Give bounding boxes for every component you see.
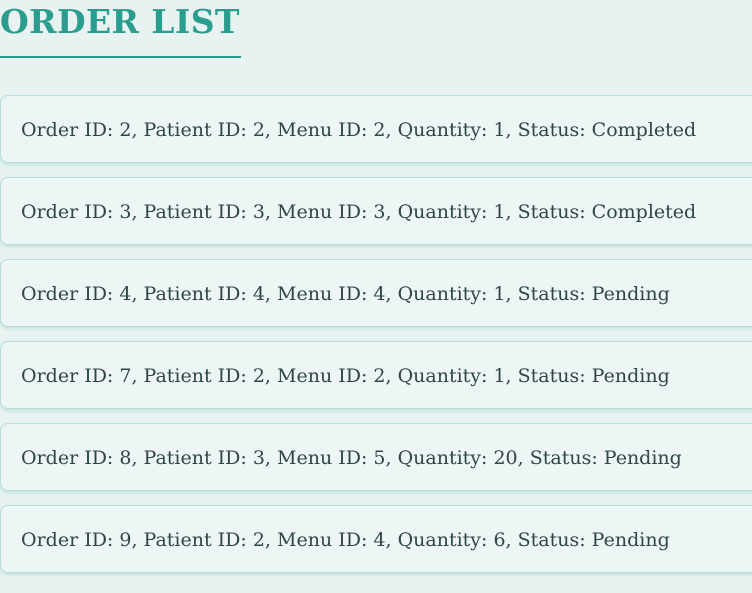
- order-item-text: Order ID: 9, Patient ID: 2, Menu ID: 4, …: [21, 529, 670, 551]
- order-list: Order ID: 2, Patient ID: 2, Menu ID: 2, …: [0, 95, 752, 593]
- page-title: ORDER LIST: [0, 2, 240, 41]
- order-item-text: Order ID: 8, Patient ID: 3, Menu ID: 5, …: [21, 447, 682, 469]
- order-list-item[interactable]: Order ID: 7, Patient ID: 2, Menu ID: 2, …: [0, 341, 752, 409]
- order-item-text: Order ID: 3, Patient ID: 3, Menu ID: 3, …: [21, 201, 697, 223]
- order-item-text: Order ID: 2, Patient ID: 2, Menu ID: 2, …: [21, 119, 697, 141]
- order-item-text: Order ID: 4, Patient ID: 4, Menu ID: 4, …: [21, 283, 670, 305]
- order-list-item[interactable]: Order ID: 3, Patient ID: 3, Menu ID: 3, …: [0, 177, 752, 245]
- order-list-item[interactable]: Order ID: 4, Patient ID: 4, Menu ID: 4, …: [0, 259, 752, 327]
- order-list-item[interactable]: Order ID: 8, Patient ID: 3, Menu ID: 5, …: [0, 423, 752, 491]
- order-item-text: Order ID: 7, Patient ID: 2, Menu ID: 2, …: [21, 365, 670, 387]
- order-list-item[interactable]: Order ID: 9, Patient ID: 2, Menu ID: 4, …: [0, 505, 752, 573]
- page-title-container: ORDER LIST: [0, 0, 241, 58]
- order-list-item[interactable]: Order ID: 2, Patient ID: 2, Menu ID: 2, …: [0, 95, 752, 163]
